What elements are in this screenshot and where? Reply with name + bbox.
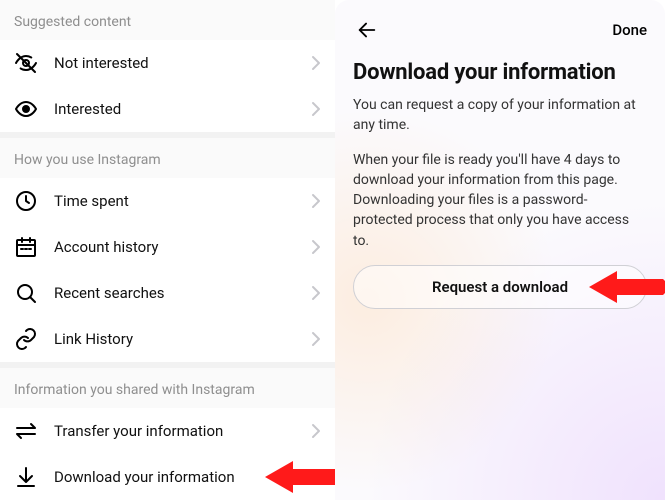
calendar-icon [14, 235, 38, 259]
description-text-2: When your file is ready you'll have 4 da… [353, 150, 647, 251]
list-item-label: Time spent [54, 192, 307, 210]
list-item-label: Recent searches [54, 284, 307, 302]
list-item-label: Link History [54, 330, 307, 348]
chevron-right-icon [311, 55, 321, 71]
chevron-right-icon [311, 239, 321, 255]
clock-icon [14, 189, 38, 213]
list-item-transfer-info[interactable]: Transfer your information [0, 408, 335, 454]
eye-off-icon [14, 51, 38, 75]
chevron-right-icon [311, 285, 321, 301]
panel-topbar: Done [353, 14, 647, 46]
chevron-right-icon [311, 469, 321, 485]
list-item-label: Transfer your information [54, 422, 307, 440]
list-item-interested[interactable]: Interested [0, 86, 335, 132]
list-item-download-info[interactable]: Download your information [0, 454, 335, 500]
eye-icon [14, 97, 38, 121]
chevron-right-icon [311, 423, 321, 439]
download-info-panel: Done Download your information You can r… [335, 0, 665, 500]
link-icon [14, 327, 38, 351]
chevron-right-icon [311, 331, 321, 347]
transfer-icon [14, 419, 38, 443]
list-item-label: Download your information [54, 468, 307, 486]
description-text-1: You can request a copy of your informati… [353, 95, 647, 136]
list-item-time-spent[interactable]: Time spent [0, 178, 335, 224]
request-download-button[interactable]: Request a download [353, 265, 647, 309]
done-button[interactable]: Done [612, 21, 647, 39]
list-item-label: Interested [54, 100, 307, 118]
section-header-info-shared: Information you shared with Instagram [0, 368, 335, 408]
download-icon [14, 465, 38, 489]
chevron-right-icon [311, 101, 321, 117]
search-icon [14, 281, 38, 305]
list-item-not-interested[interactable]: Not interested [0, 40, 335, 86]
chevron-right-icon [311, 193, 321, 209]
list-item-label: Account history [54, 238, 307, 256]
section-header-usage: How you use Instagram [0, 138, 335, 178]
settings-list-panel: Suggested content Not interested Interes… [0, 0, 335, 500]
page-title: Download your information [353, 60, 647, 85]
list-item-link-history[interactable]: Link History [0, 316, 335, 362]
list-item-recent-searches[interactable]: Recent searches [0, 270, 335, 316]
list-item-label: Not interested [54, 54, 307, 72]
list-item-account-history[interactable]: Account history [0, 224, 335, 270]
back-button[interactable] [353, 16, 381, 44]
section-header-suggested: Suggested content [0, 0, 335, 40]
